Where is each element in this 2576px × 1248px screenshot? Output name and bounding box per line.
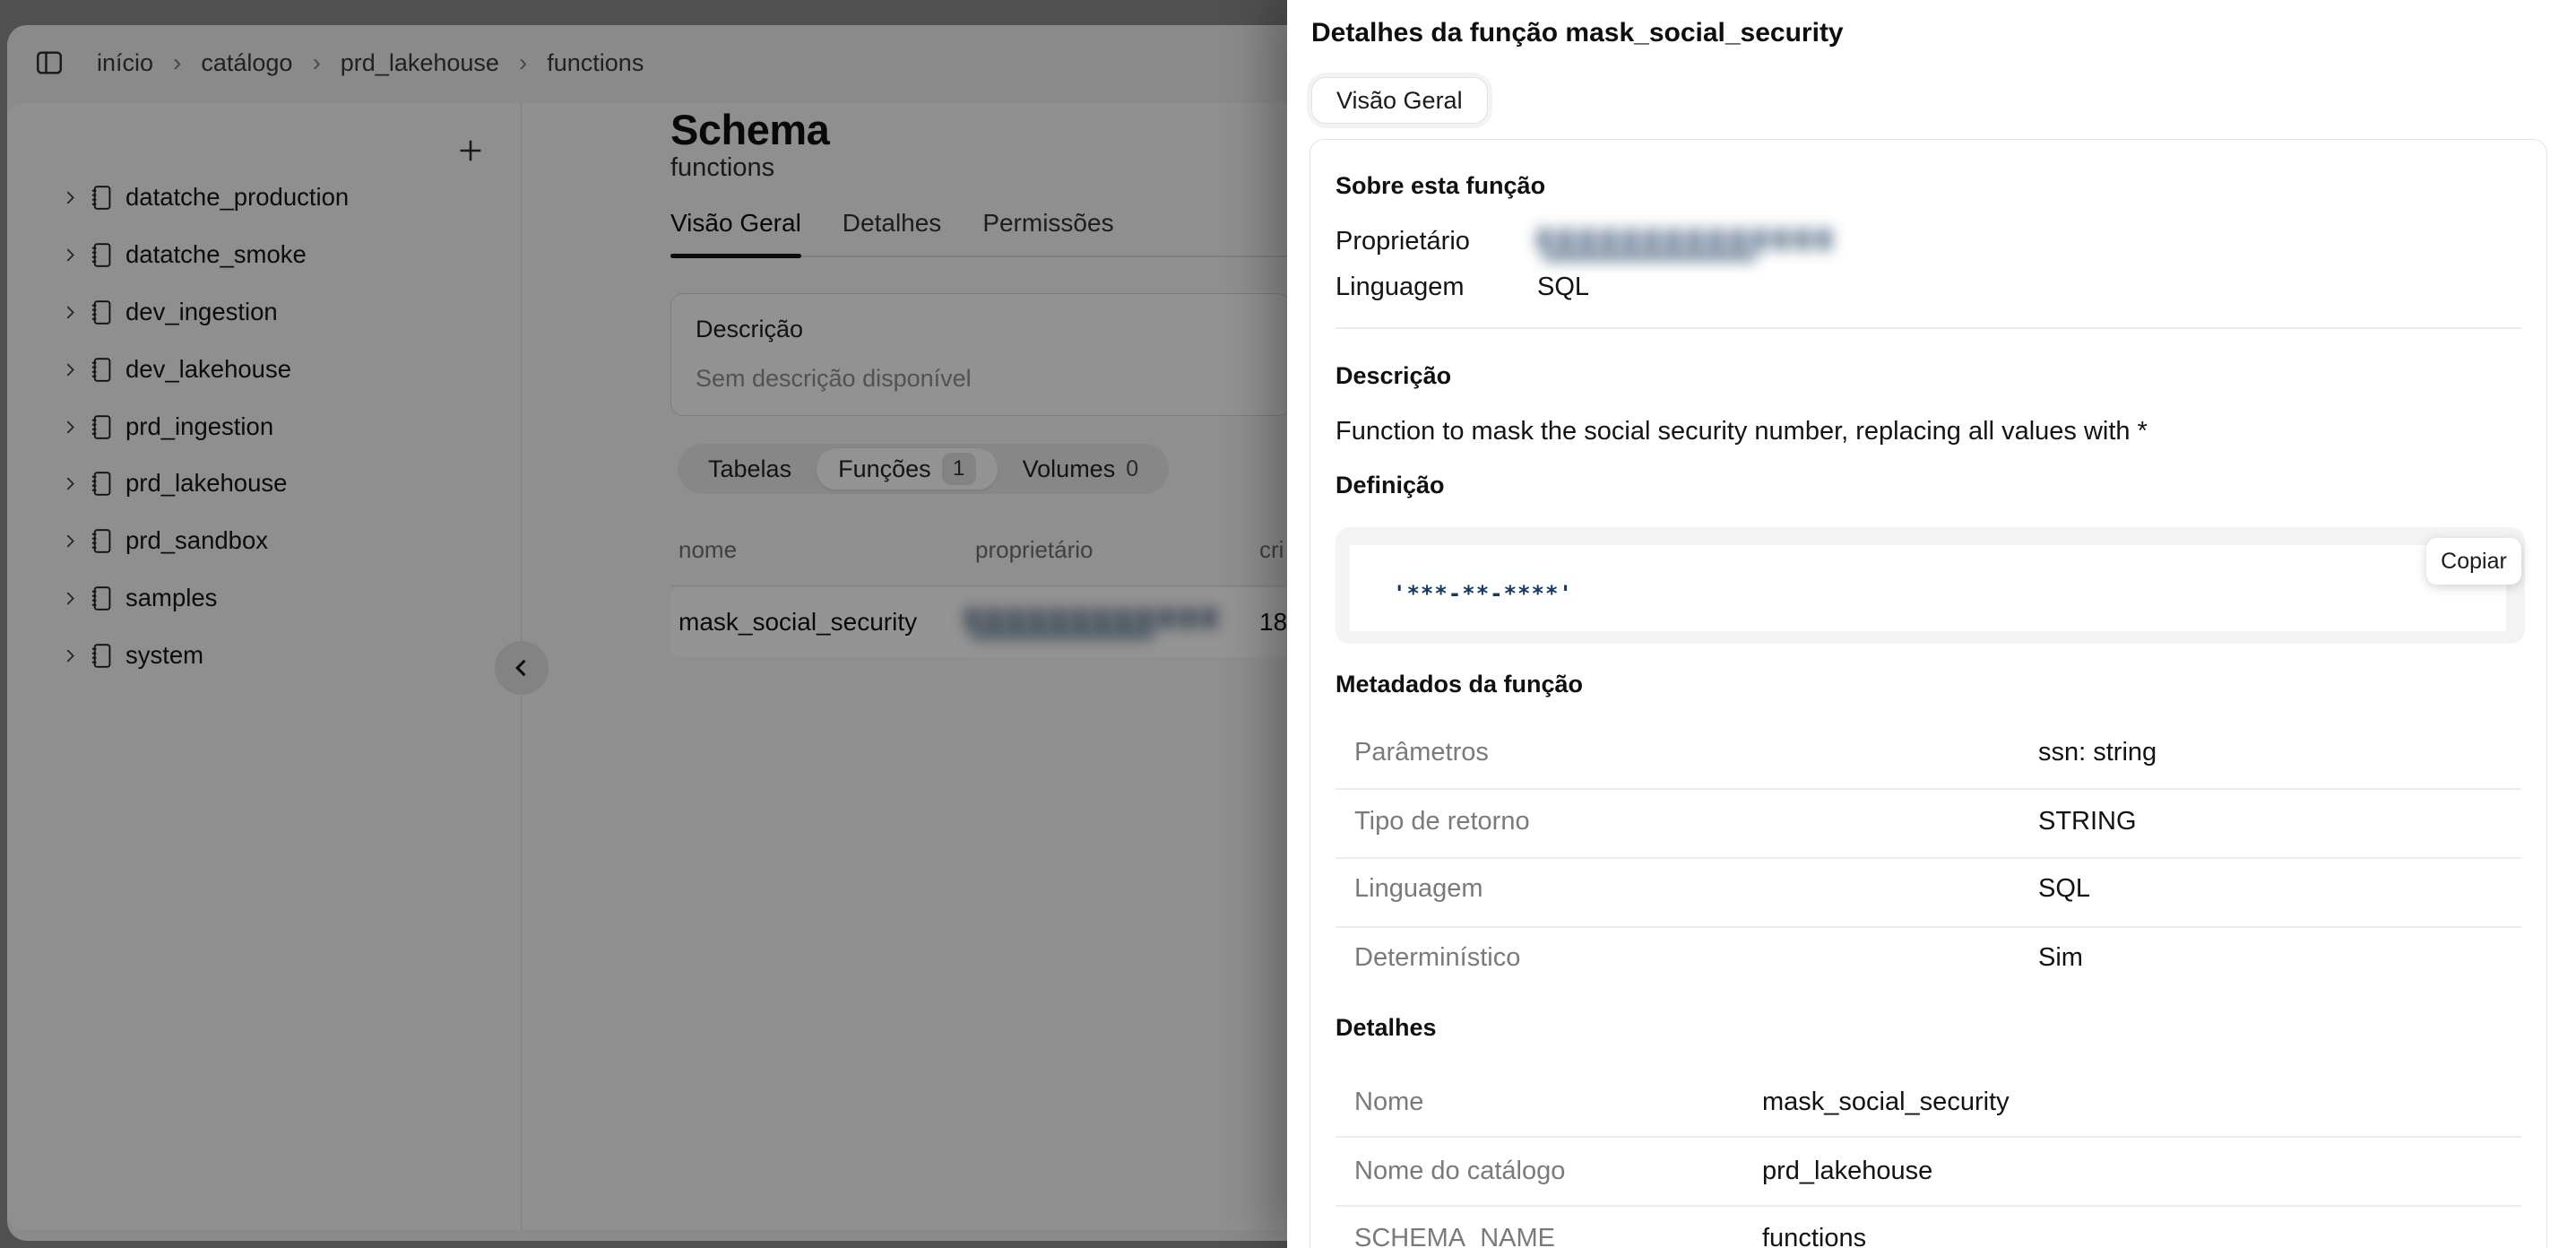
metadata-row-label: Linguagem xyxy=(1354,871,1483,906)
details-row-value: functions xyxy=(1762,1221,1866,1248)
metadata-row-value: STRING xyxy=(2038,804,2137,838)
metadata-row-label: Determinístico xyxy=(1354,940,1520,975)
details-row-label: Nome do catálogo xyxy=(1354,1154,1565,1188)
function-details-drawer: Detalhes da função mask_social_security … xyxy=(1287,0,2576,1248)
language-value: SQL xyxy=(1537,270,1589,304)
row-divider xyxy=(1336,1136,2521,1138)
code-block: '***-**-****' xyxy=(1336,527,2525,644)
details-row-label: Nome xyxy=(1354,1085,1423,1119)
metadata-heading: Metadados da função xyxy=(1336,671,1583,698)
metadata-row-value: ssn: string xyxy=(2038,735,2157,769)
details-row-value: prd_lakehouse xyxy=(1762,1154,1932,1188)
row-divider xyxy=(1336,857,2521,859)
description-text: Function to mask the social security num… xyxy=(1336,417,2148,446)
owner-label: Proprietário xyxy=(1336,224,1470,258)
row-divider xyxy=(1336,788,2521,790)
details-row-value: mask_social_security xyxy=(1762,1085,2010,1119)
row-divider xyxy=(1336,1205,2521,1207)
description-heading: Descrição xyxy=(1336,362,1451,390)
metadata-row-value: Sim xyxy=(2038,940,2083,975)
about-heading: Sobre esta função xyxy=(1336,172,1545,200)
code-block-inner: '***-**-****' xyxy=(1350,545,2506,631)
owner-value-redacted xyxy=(1537,224,1833,265)
metadata-row-label: Parâmetros xyxy=(1354,735,1489,769)
metadata-row-value: SQL xyxy=(2038,871,2090,906)
copy-button[interactable]: Copiar xyxy=(2426,538,2521,585)
details-heading: Detalhes xyxy=(1336,1014,1437,1042)
metadata-row-label: Tipo de retorno xyxy=(1354,804,1530,838)
drawer-title: Detalhes da função mask_social_security xyxy=(1311,18,1844,48)
definition-heading: Definição xyxy=(1336,472,1445,499)
details-row-label: SCHEMA_NAME xyxy=(1354,1221,1555,1248)
function-definition-code: '***-**-****' xyxy=(1393,581,1573,606)
row-divider xyxy=(1336,926,2521,928)
language-label: Linguagem xyxy=(1336,270,1465,304)
drawer-tab-visao-geral[interactable]: Visão Geral xyxy=(1311,77,1488,124)
drawer-content-card: Sobre esta função Proprietário Linguagem… xyxy=(1310,139,2547,1248)
section-divider xyxy=(1336,327,2521,329)
